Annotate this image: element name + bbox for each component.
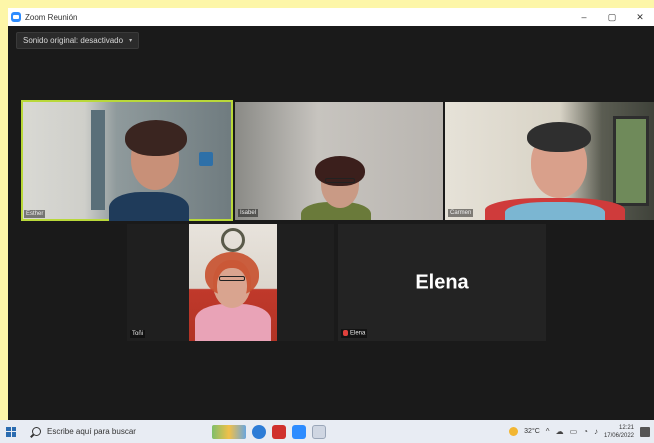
chevron-down-icon[interactable]: ▾: [129, 37, 132, 44]
screen: Zoom Reunión – ▢ ✕ Sonido original: desa…: [0, 0, 654, 443]
file-explorer-icon[interactable]: [312, 424, 326, 439]
zoom-logo-icon: [11, 12, 21, 22]
participant-name: Esther: [24, 210, 46, 218]
weather-widget-icon[interactable]: [212, 424, 246, 439]
taskbar-search[interactable]: Escribe aquí para buscar: [22, 420, 182, 443]
edge-icon[interactable]: [252, 424, 266, 439]
original-sound-toggle[interactable]: Sonido original: desactivado ▾: [16, 32, 140, 49]
search-placeholder: Escribe aquí para buscar: [47, 427, 136, 436]
maximize-button[interactable]: ▢: [598, 8, 626, 26]
video-tile-toni[interactable]: Toñi: [127, 224, 334, 341]
start-button[interactable]: [0, 420, 22, 443]
minimize-button[interactable]: –: [570, 8, 598, 26]
notifications-icon[interactable]: [640, 426, 650, 437]
participant-name: Toñi: [130, 330, 146, 338]
title-bar: Zoom Reunión – ▢ ✕: [8, 8, 654, 26]
participant-name: Carmen: [448, 209, 474, 217]
acrobat-icon[interactable]: [272, 424, 286, 439]
muted-mic-icon: [343, 330, 348, 337]
video-tile-elena[interactable]: Elena Elena: [338, 224, 546, 341]
chevron-up-icon[interactable]: ^: [546, 427, 550, 436]
participant-video: [445, 102, 654, 220]
participant-name: Elena: [350, 331, 366, 337]
pinned-apps: [212, 424, 326, 439]
clock-date: 17/06/2022: [603, 432, 634, 439]
participant-name: Isabel: [238, 209, 259, 217]
participant-video: [21, 100, 233, 221]
volume-icon[interactable]: ♪: [594, 427, 598, 436]
weather-sun-icon: [509, 427, 519, 436]
video-tile-carmen[interactable]: Carmen: [445, 102, 654, 220]
windows-logo-icon: [6, 426, 16, 437]
participant-video: [189, 224, 277, 341]
video-tile-esther[interactable]: Esther: [21, 100, 233, 221]
window-title: Zoom Reunión: [25, 12, 78, 22]
window-controls: – ▢ ✕: [570, 8, 654, 26]
battery-icon[interactable]: ▭: [570, 427, 578, 436]
video-tile-isabel[interactable]: Isabel: [235, 102, 443, 220]
search-icon: [32, 427, 41, 436]
cloud-icon[interactable]: ☁: [556, 427, 564, 436]
participant-video: [235, 102, 443, 220]
windows-taskbar: Escribe aquí para buscar 32°C ^ ☁ ▭ ◔ ♪ …: [0, 420, 654, 443]
clock-time: 12:21: [618, 424, 634, 431]
close-button[interactable]: ✕: [626, 8, 654, 26]
zoom-window: Zoom Reunión – ▢ ✕ Sonido original: desa…: [8, 8, 654, 420]
participant-name-muted: Elena: [341, 329, 368, 338]
temperature[interactable]: 32°C: [524, 428, 540, 435]
clock[interactable]: 12:21 17/06/2022: [604, 424, 634, 440]
participant-avatar-name: Elena: [415, 271, 469, 293]
network-icon[interactable]: ◔: [583, 427, 588, 436]
system-tray: 32°C ^ ☁ ▭ ◔ ♪ 12:21 17/06/2022: [509, 420, 654, 443]
zoom-icon[interactable]: [292, 424, 306, 439]
original-sound-label: Sonido original: desactivado: [23, 36, 124, 45]
